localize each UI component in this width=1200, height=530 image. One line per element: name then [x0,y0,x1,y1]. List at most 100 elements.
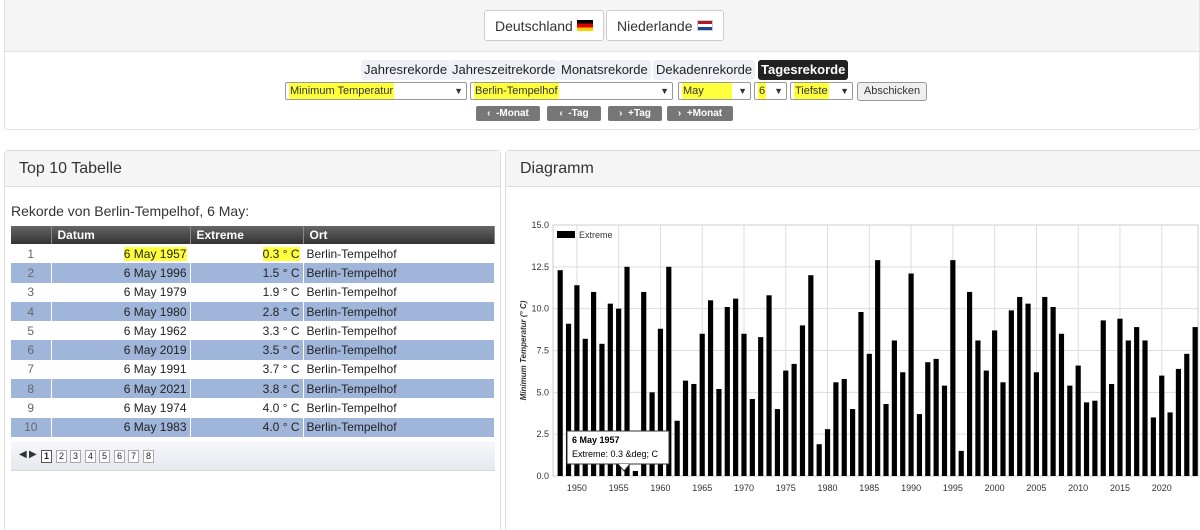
chart-bar[interactable] [741,333,747,476]
prev-page-icon[interactable]: ◀ [19,449,27,460]
chart-bar[interactable] [1192,327,1198,476]
page-link-7[interactable]: 7 [128,450,139,463]
chart-bar[interactable] [1167,412,1173,476]
table-row[interactable]: 8 6 May 2021 3.8 ° C Berlin-Tempelhof [11,379,495,399]
chart-bar[interactable] [1134,327,1140,476]
table-row[interactable]: 5 6 May 1962 3.3 ° C Berlin-Tempelhof [11,321,495,341]
chart-bar[interactable] [866,353,872,476]
chart-bar[interactable] [1033,372,1039,476]
chart-bar[interactable] [1109,383,1115,476]
next-page-icon[interactable]: ▶ [29,449,37,460]
chart-bar[interactable] [716,388,722,476]
table-row[interactable]: 7 6 May 1991 3.7 ° C Berlin-Tempelhof [11,359,495,380]
page-link-4[interactable]: 4 [85,450,96,463]
page-link-8[interactable]: 8 [143,450,154,463]
chart-bar[interactable] [557,270,563,476]
prev-month-button[interactable]: ‹ -Monat [476,106,540,121]
chart-bar[interactable] [1042,296,1048,476]
tab-tagesrekorde[interactable]: Tagesrekorde [758,60,849,80]
chart-bar[interactable] [632,470,638,476]
chart-bar[interactable] [1017,296,1023,476]
header-ort[interactable]: Ort [303,226,495,244]
chart-bar[interactable] [833,382,839,476]
chart-bar[interactable] [824,429,831,476]
chart-bar[interactable] [891,340,897,476]
chart-bar[interactable] [1083,402,1090,476]
submit-button[interactable]: Abschicken [857,82,927,101]
tab-jahresrekorde[interactable]: Jahresrekorde [361,60,451,80]
chart-bar[interactable] [992,330,998,476]
page-link-1[interactable]: 1 [41,450,52,463]
chart-bar[interactable] [674,420,680,476]
country-button-germany[interactable]: Deutschland [484,10,604,41]
chart-bar[interactable] [1125,340,1131,476]
chart-bar[interactable] [758,337,764,476]
chart-bar[interactable] [1050,306,1056,476]
page-link-6[interactable]: 6 [114,450,125,463]
header-extreme[interactable]: Extreme [190,226,304,244]
page-link-3[interactable]: 3 [70,450,81,463]
chart-bar[interactable] [1092,400,1098,476]
chart-bar[interactable] [816,444,822,476]
month-select[interactable]: May ▼ [678,82,751,100]
next-day-button[interactable]: › +Tag [608,106,662,121]
chart-bar[interactable] [1142,340,1148,476]
chart-bar[interactable] [916,414,923,476]
chart-bar[interactable] [966,291,973,476]
chart-bar[interactable] [791,363,797,476]
chart-bar[interactable] [783,370,789,476]
table-row[interactable]: 4 6 May 1980 2.8 ° C Berlin-Tempelhof [11,301,495,322]
chart-bar[interactable] [1000,382,1006,476]
tab-jahreszeitrekorde[interactable]: Jahreszeitrekorde [449,60,559,80]
chart-bar[interactable] [941,385,948,476]
header-datum[interactable]: Datum [51,226,191,244]
table-row[interactable]: 3 6 May 1979 1.9 ° C Berlin-Tempelhof [11,282,495,302]
chart-bar[interactable] [883,404,889,476]
tab-monatsrekorde[interactable]: Monatsrekorde [558,60,651,80]
mode-select[interactable]: Tiefste ▼ [790,82,853,100]
chart-bar[interactable] [875,260,881,476]
next-month-button[interactable]: › +Monat [667,106,733,121]
chart-bar[interactable] [766,295,772,476]
chart-bar[interactable] [841,378,847,476]
table-row[interactable]: 2 6 May 1996 1.5 ° C Berlin-Tempelhof [11,263,495,283]
chart-bar[interactable] [975,340,981,476]
chart-bar[interactable] [691,383,697,476]
chart-bar[interactable] [1067,385,1073,476]
chart-bar[interactable] [1150,417,1156,476]
table-row[interactable]: 6 6 May 2019 3.5 ° C Berlin-Tempelhof [11,340,495,360]
chart-bar[interactable] [1100,320,1106,476]
chart-bar[interactable] [733,298,739,476]
chart-bar[interactable] [808,275,814,476]
header-rank[interactable] [11,226,52,244]
chart-bar[interactable] [799,325,806,476]
chart-bar[interactable] [950,260,956,476]
country-button-netherlands[interactable]: Niederlande [606,10,724,41]
chart-bar[interactable] [724,306,730,476]
chart-bar[interactable] [958,450,964,476]
chart-bar[interactable] [850,409,856,476]
chart-bar[interactable] [749,399,755,476]
chart-bar[interactable] [682,380,689,476]
prev-day-button[interactable]: ‹ -Tag [547,106,601,121]
chart-bar[interactable] [774,409,780,476]
chart-bar[interactable] [983,370,989,476]
chart-bar[interactable] [1159,375,1165,476]
page-link-5[interactable]: 5 [99,450,110,463]
chart-bar[interactable] [900,372,906,476]
station-select[interactable]: Berlin-Tempelhof ▼ [470,82,673,100]
chart-legend[interactable]: Extreme [557,230,613,240]
table-row[interactable]: 9 6 May 1974 4.0 ° C Berlin-Tempelhof [11,398,495,418]
table-row[interactable]: 1 6 May 1957 0.3 ° C Berlin-Tempelhof [11,244,495,264]
parameter-select[interactable]: Minimum Temperatur ▼ [285,82,467,100]
day-select[interactable]: 6 ▼ [754,82,787,100]
page-link-2[interactable]: 2 [56,450,67,463]
chart-bar[interactable] [1075,365,1081,476]
tab-dekadenrekorde[interactable]: Dekadenrekorde [653,60,756,80]
chart-bar[interactable] [858,312,864,476]
chart-bar[interactable] [1008,310,1014,476]
chart-bar[interactable] [1184,353,1190,476]
chart-bar[interactable] [908,273,914,476]
chart-bar[interactable] [1175,368,1182,476]
chart-bar[interactable] [1117,318,1123,476]
